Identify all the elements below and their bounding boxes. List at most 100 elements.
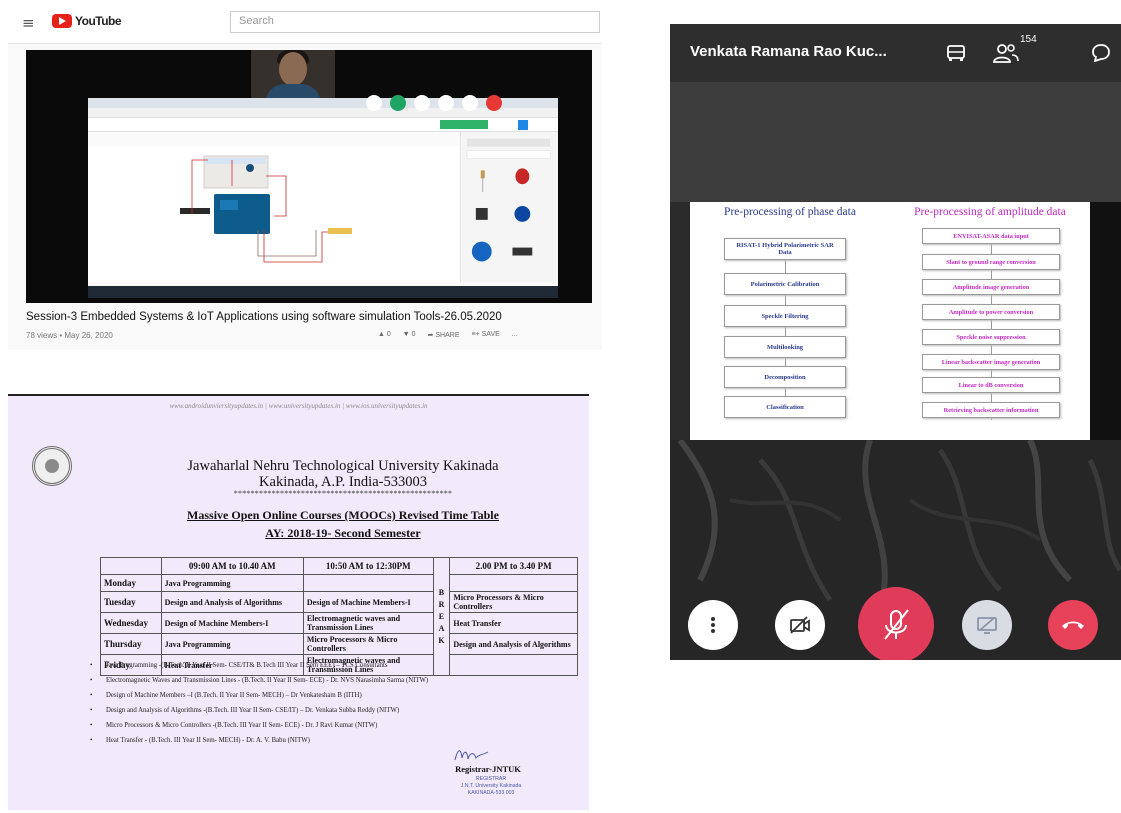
table-cell: Java Programming — [160, 633, 304, 655]
hamburger-menu-icon[interactable]: ≡ — [22, 14, 35, 32]
document-websites: www.androidunviersityupdates.in | www.un… — [169, 402, 428, 410]
table-cell: Micro Processors & Micro Controllers — [302, 633, 434, 655]
flow-step-right: Amplitude to power conversion — [922, 304, 1060, 320]
registrar-stamp: REGISTRAR J.N.T. University Kakinada KAK… — [436, 776, 546, 797]
overlay-button — [462, 95, 478, 111]
youtube-search-input[interactable]: Search — [230, 11, 600, 33]
camera-off-button[interactable] — [775, 600, 825, 650]
flow-step-left: Polarimetric Calibration — [724, 273, 846, 295]
present-screen-button[interactable] — [962, 600, 1012, 650]
table-header-row: 09:00 AM to 10.40 AM 10:50 AM to 12:30PM… — [100, 557, 578, 676]
participant-count: 154 — [1020, 34, 1037, 45]
table-cell: Design and Analysis of Algorithms — [449, 633, 578, 655]
table-cell — [449, 574, 578, 592]
dislike-count: 0 — [411, 331, 416, 338]
save-label: SAVE — [481, 331, 500, 338]
table-cell: Electromagnetic waves and Transmission L… — [302, 612, 434, 634]
presenter-name: Venkata Ramana Rao Kuc... — [690, 43, 887, 60]
break-letter: R — [438, 599, 445, 609]
presenter-webcam — [251, 50, 335, 98]
timetable-document: www.androidunviersityupdates.in | www.un… — [8, 394, 589, 810]
day-cell: Wednesday — [100, 612, 162, 634]
presentation-slide: Pre-processing of phase data Pre-process… — [690, 202, 1090, 440]
mic-off-icon — [858, 587, 934, 660]
youtube-logo[interactable]: YouTube — [52, 14, 122, 28]
share-button[interactable]: ➦ SHARE — [428, 331, 460, 339]
dislike-button[interactable]: ▼ 0 — [403, 331, 416, 339]
list-item: Design of Machine Members –I (B.Tech. II… — [90, 692, 560, 707]
mic-off-button[interactable] — [858, 587, 934, 660]
timetable-table: 09:00 AM to 10.40 AM 10:50 AM to 12:30PM… — [100, 557, 578, 676]
table-cell: Micro Processors & Micro Controllers — [449, 591, 578, 613]
stamp-line: J.N.T. University Kakinada — [460, 783, 522, 789]
flow-step-left: Decomposition — [724, 366, 846, 388]
list-item: Micro Processors & Micro Controllers -(B… — [90, 722, 560, 737]
university-seal-icon — [32, 446, 72, 486]
stamp-line: KAKINADA-533 003 — [467, 790, 515, 796]
meeting-controls-overlay — [366, 95, 502, 111]
flow-step-right: Amplitude image generation — [922, 279, 1060, 295]
more-options-button[interactable] — [688, 600, 738, 650]
overlay-button — [438, 95, 454, 111]
flow-step-left: Classification — [724, 396, 846, 418]
youtube-panel: ≡ YouTube Search Session-3 Embedded Syst… — [8, 0, 602, 350]
break-letter: B — [438, 587, 445, 597]
flow-step-left: Multilooking — [724, 336, 846, 358]
stamp-line: REGISTRAR — [475, 776, 507, 782]
separator-stars: ****************************************… — [233, 489, 453, 498]
share-label: SHARE — [435, 332, 460, 339]
participants-icon[interactable] — [992, 41, 1020, 65]
camera-off-icon — [790, 616, 810, 634]
end-call-icon — [1062, 621, 1084, 629]
meet-control-bar — [670, 587, 1121, 660]
faculty-notes-list: Java Programming -(B.Tech. II Year II Se… — [90, 662, 560, 752]
flow-step-left: Speckle Filtering — [724, 305, 846, 327]
academic-year: AY: 2018-19- Second Semester — [265, 526, 421, 540]
table-cell — [302, 574, 434, 592]
save-button[interactable]: ≡+ SAVE — [472, 331, 500, 339]
video-title: Session-3 Embedded Systems & IoT Applica… — [26, 311, 502, 323]
circuit-canvas — [88, 146, 460, 282]
start-simulation-button — [440, 120, 488, 129]
table-cell: Design of Machine Members-I — [160, 612, 304, 634]
day-cell: Monday — [100, 574, 162, 592]
table-cell: Java Programming — [160, 574, 304, 592]
video-player[interactable] — [26, 50, 592, 303]
list-item: Java Programming -(B.Tech. II Year II Se… — [90, 662, 560, 677]
slide-right-title: Pre-processing of amplitude data — [914, 206, 1066, 218]
youtube-wordmark: YouTube — [75, 14, 122, 28]
video-views-date: 78 views • May 26, 2020 — [26, 331, 113, 340]
university-name: Jawaharlal Nehru Technological Universit… — [187, 458, 499, 474]
overlay-button — [390, 95, 406, 111]
end-call-button[interactable] — [1048, 600, 1098, 650]
video-action-bar: ▲ 0 ▼ 0 ➦ SHARE ≡+ SAVE ... — [378, 331, 518, 339]
day-cell: Tuesday — [100, 591, 162, 613]
meet-top-bar: Venkata Ramana Rao Kuc... 154 — [670, 24, 1121, 82]
registrar-title: Registrar-JNTUK — [455, 764, 521, 774]
slide-side-strip — [1090, 202, 1121, 440]
flow-step-right: Speckle noise suppression — [922, 329, 1060, 345]
present-screen-off-icon — [977, 617, 997, 634]
chat-icon[interactable] — [1090, 42, 1112, 64]
list-item: Design and Analysis of Algorithms -(B.Te… — [90, 707, 560, 722]
timetable-heading: Massive Open Online Courses (MOOCs) Revi… — [187, 508, 499, 522]
flow-step-left: RISAT-1 Hybrid Polarimetric SAR Data — [724, 238, 846, 260]
more-button[interactable]: ... — [512, 331, 518, 339]
table-header-cell: 2.00 PM to 3.40 PM — [449, 557, 578, 575]
simulator-toolbar — [88, 118, 558, 132]
code-button — [518, 120, 528, 130]
car-mode-icon[interactable] — [945, 42, 967, 64]
table-cell: Design and Analysis of Algorithms — [160, 591, 304, 613]
day-cell: Thursday — [100, 633, 162, 655]
like-button[interactable]: ▲ 0 — [378, 331, 391, 339]
registrar-signature — [454, 750, 489, 761]
like-count: 0 — [386, 331, 391, 338]
flow-step-right: Linear to dB conversion — [922, 377, 1060, 393]
break-letter: E — [438, 611, 445, 621]
table-header-cell — [100, 557, 162, 575]
table-cell: Heat Transfer — [449, 612, 578, 634]
youtube-header: ≡ YouTube Search — [8, 0, 602, 44]
overlay-button — [486, 95, 502, 111]
youtube-play-icon — [52, 14, 72, 28]
table-row: Thursday Java Programming Micro Processo… — [100, 633, 578, 655]
